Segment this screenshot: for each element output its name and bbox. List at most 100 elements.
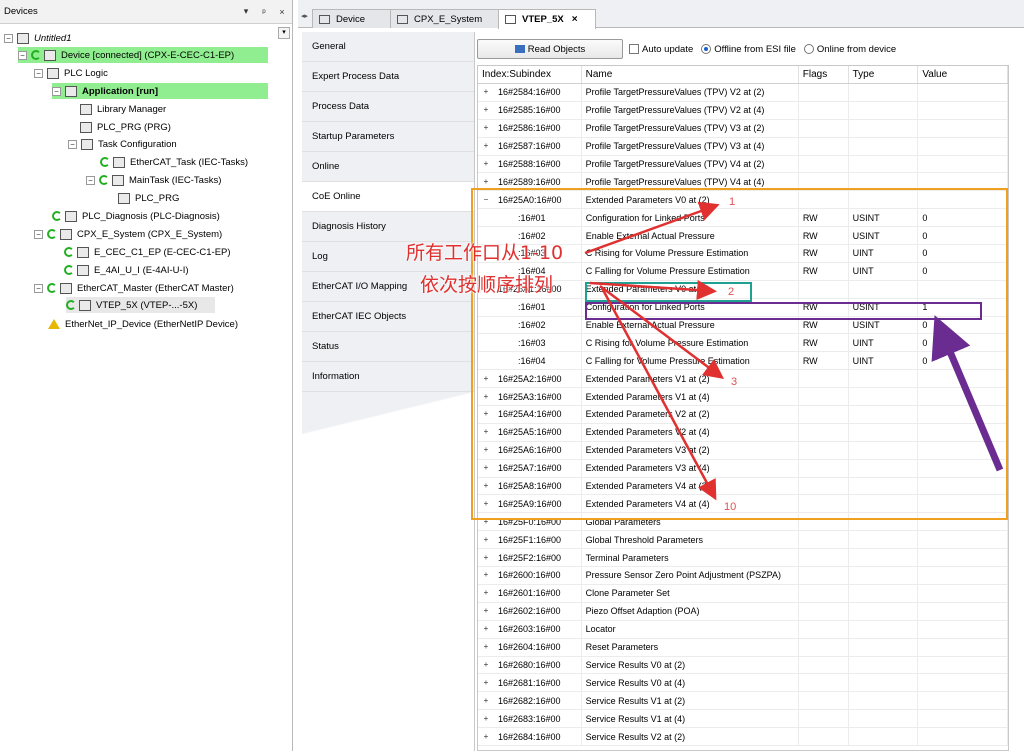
table-row[interactable]: +16#25A5:16#00 Extended Parameters V2 at … xyxy=(478,423,1008,442)
cell-value[interactable] xyxy=(918,155,1008,173)
cell-value[interactable]: 0 xyxy=(918,245,1008,262)
tree-item-0[interactable]: − Untitled1 xyxy=(4,30,72,46)
expand-collapse-icon[interactable]: + xyxy=(482,732,490,741)
tree-item-7[interactable]: EtherCAT_Task (IEC-Tasks) xyxy=(100,154,248,170)
cell-value[interactable] xyxy=(918,388,1008,406)
column-flags[interactable]: Flags xyxy=(799,66,849,83)
cell-value[interactable] xyxy=(918,173,1008,191)
doc-tab-1[interactable]: CPX_E_System xyxy=(390,9,500,28)
table-row[interactable]: +16#25F1:16#00 Global Threshold Parameter… xyxy=(478,531,1008,550)
cell-value[interactable] xyxy=(918,280,1008,298)
close-tab-icon[interactable]: × xyxy=(572,14,578,25)
cell-value[interactable] xyxy=(918,549,1008,567)
cell-value[interactable] xyxy=(918,602,1008,620)
expand-collapse-icon[interactable]: − xyxy=(4,33,13,43)
expand-collapse-icon[interactable]: + xyxy=(482,535,490,544)
expand-collapse-icon[interactable]: + xyxy=(482,177,490,186)
column-type[interactable]: Type xyxy=(849,66,919,83)
tree-item-14[interactable]: − EtherCAT_Master (EtherCAT Master) xyxy=(34,280,234,296)
expand-collapse-icon[interactable]: − xyxy=(34,283,43,293)
tree-item-16[interactable]: EtherNet_IP_Device (EtherNetIP Device) xyxy=(48,316,238,332)
tree-item-12[interactable]: E_CEC_C1_EP (E-CEC-C1-EP) xyxy=(64,244,231,260)
tab-scroll-icon[interactable]: ◂▸ xyxy=(301,12,308,20)
cell-value[interactable] xyxy=(918,710,1008,728)
expand-collapse-icon[interactable]: + xyxy=(482,106,490,114)
settings-tab-9[interactable]: EtherCAT IEC Objects xyxy=(302,302,474,332)
cell-value[interactable] xyxy=(918,495,1008,513)
expand-collapse-icon[interactable]: + xyxy=(482,517,490,526)
table-row[interactable]: :16#03 C Rising for Volume Pressure Estim… xyxy=(478,245,1008,263)
expand-collapse-icon[interactable]: − xyxy=(34,229,43,239)
table-row[interactable]: +16#2604:16#00 Reset Parameters xyxy=(478,638,1008,657)
settings-tab-2[interactable]: Process Data xyxy=(302,92,474,122)
settings-tab-4[interactable]: Online xyxy=(302,152,474,182)
cell-value[interactable] xyxy=(918,584,1008,602)
expand-collapse-icon[interactable]: − xyxy=(34,68,43,78)
expand-collapse-icon[interactable]: + xyxy=(482,625,490,633)
table-row[interactable]: +16#25A7:16#00 Extended Parameters V3 at … xyxy=(478,459,1008,478)
expand-collapse-icon[interactable]: + xyxy=(482,124,490,132)
cell-value[interactable]: 0 xyxy=(918,334,1008,352)
cell-value[interactable] xyxy=(918,656,1008,674)
table-row[interactable]: +16#25A3:16#00 Extended Parameters V1 at … xyxy=(478,388,1008,407)
table-row[interactable]: −16#25A1:16#00 Extended Parameters V0 at … xyxy=(478,280,1008,299)
table-row[interactable]: +16#2584:16#00 Profile TargetPressureValu… xyxy=(478,84,1008,102)
cell-value[interactable] xyxy=(918,423,1008,441)
expand-collapse-icon[interactable]: − xyxy=(482,195,490,204)
cell-value[interactable]: 1 xyxy=(918,298,1008,316)
expand-collapse-icon[interactable]: + xyxy=(482,142,490,150)
table-row[interactable]: +16#25A4:16#00 Extended Parameters V2 at … xyxy=(478,406,1008,424)
expand-collapse-icon[interactable]: + xyxy=(482,678,490,687)
table-row[interactable]: +16#25A2:16#00 Extended Parameters V1 at … xyxy=(478,370,1008,389)
tree-item-6[interactable]: − Task Configuration xyxy=(68,136,177,152)
tree-item-8[interactable]: − MainTask (IEC-Tasks) xyxy=(86,172,221,188)
table-row[interactable]: +16#2683:16#00 Service Results V1 at (4) xyxy=(478,710,1008,729)
table-row[interactable]: +16#2681:16#00 Service Results V0 at (4) xyxy=(478,674,1008,693)
tree-item-10[interactable]: PLC_Diagnosis (PLC-Diagnosis) xyxy=(52,208,220,224)
expand-collapse-icon[interactable]: − xyxy=(68,139,77,149)
settings-tab-6[interactable]: Diagnosis History xyxy=(302,212,474,242)
expand-collapse-icon[interactable]: + xyxy=(482,482,490,490)
expand-collapse-icon[interactable]: + xyxy=(482,392,490,401)
offline-esi-radio[interactable] xyxy=(701,44,712,54)
table-row[interactable]: :16#04 C Falling for Volume Pressure Esti… xyxy=(478,262,1008,281)
expand-collapse-icon[interactable]: + xyxy=(482,696,490,705)
cell-value[interactable] xyxy=(918,477,1008,495)
cell-value[interactable] xyxy=(918,567,1008,584)
cell-value[interactable] xyxy=(918,674,1008,692)
expand-collapse-icon[interactable]: + xyxy=(482,571,490,579)
cell-value[interactable] xyxy=(918,119,1008,137)
tree-item-5[interactable]: PLC_PRG (PRG) xyxy=(80,119,171,135)
expand-collapse-icon[interactable]: + xyxy=(482,499,490,508)
expand-collapse-icon[interactable]: + xyxy=(482,374,490,383)
cell-value[interactable] xyxy=(918,101,1008,119)
tree-dropdown-icon[interactable]: ▾ xyxy=(278,27,290,39)
column-value[interactable]: Value xyxy=(918,66,1008,83)
expand-collapse-icon[interactable]: + xyxy=(482,88,490,96)
tree-item-3[interactable]: − Application [run] xyxy=(52,83,268,99)
cell-value[interactable] xyxy=(918,406,1008,423)
table-row[interactable]: :16#02 Enable External Actual Pressure RW U… xyxy=(478,227,1008,246)
tree-item-1[interactable]: − Device [connected] (CPX-E-CEC-C1-EP) xyxy=(18,47,268,63)
table-row[interactable]: :16#02 Enable External Actual Pressure RW U… xyxy=(478,316,1008,335)
expand-collapse-icon[interactable]: + xyxy=(482,643,490,651)
cell-value[interactable]: 0 xyxy=(918,227,1008,245)
expand-collapse-icon[interactable]: + xyxy=(482,160,490,168)
cell-value[interactable] xyxy=(918,441,1008,459)
table-row[interactable]: +16#25A8:16#00 Extended Parameters V4 at … xyxy=(478,477,1008,496)
expand-collapse-icon[interactable]: − xyxy=(52,86,61,96)
table-row[interactable]: +16#2682:16#00 Service Results V1 at (2) xyxy=(478,692,1008,711)
table-row[interactable]: +16#2603:16#00 Locator xyxy=(478,620,1008,639)
table-row[interactable]: +16#2589:16#00 Profile TargetPressureValu… xyxy=(478,173,1008,192)
expand-collapse-icon[interactable]: + xyxy=(482,553,490,562)
table-row[interactable]: +16#2587:16#00 Profile TargetPressureValu… xyxy=(478,137,1008,156)
table-row[interactable]: +16#2684:16#00 Service Results V2 at (2) xyxy=(478,728,1008,746)
cell-value[interactable]: 0 xyxy=(918,316,1008,334)
table-row[interactable]: +16#25A6:16#00 Extended Parameters V3 at … xyxy=(478,441,1008,460)
expand-collapse-icon[interactable]: + xyxy=(482,410,490,418)
expand-collapse-icon[interactable]: + xyxy=(482,607,490,615)
cell-value[interactable] xyxy=(918,191,1008,209)
expand-collapse-icon[interactable]: + xyxy=(482,464,490,472)
settings-tab-7[interactable]: Log xyxy=(302,242,474,272)
online-device-radio[interactable] xyxy=(803,44,814,54)
